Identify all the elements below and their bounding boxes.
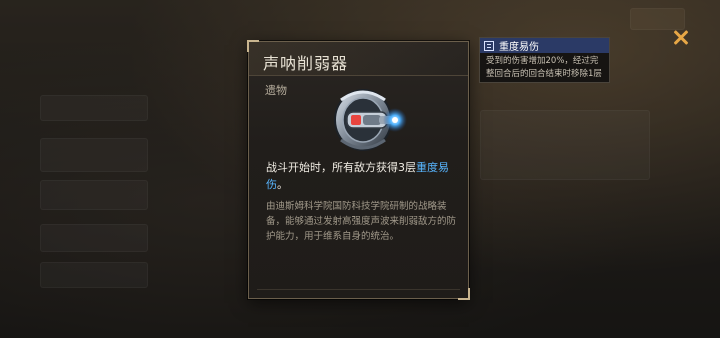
close-icon[interactable]	[670, 26, 692, 48]
tooltip-description: 受到的伤害增加20%，经过完整回合后的回合结束时移除1层	[486, 56, 602, 79]
relic-lore-text: 由迪斯姆科学院国防科技学院研制的战略装备，能够通过发射高强度声波来削弱敌方的防护…	[266, 201, 457, 242]
relic-card: 声呐削弱器 遗物 战斗开始时，所有敌方获得3层重度易伤。 由迪斯姆科学院国防科技…	[247, 40, 470, 300]
effect-prefix: 战斗开始时，所有敌方获得3层	[266, 161, 416, 174]
effect-suffix: 。	[277, 178, 288, 191]
status-document-icon	[484, 40, 494, 51]
relic-effect-text: 战斗开始时，所有敌方获得3层重度易伤。	[266, 159, 458, 193]
card-divider	[257, 289, 460, 290]
card-header: 声呐削弱器	[249, 42, 468, 76]
status-tooltip: 重度易伤 受到的伤害增加20%，经过完整回合后的回合结束时移除1层	[479, 37, 610, 83]
relic-title: 声呐削弱器	[263, 54, 349, 73]
relic-type-label: 遗物	[265, 84, 287, 97]
tooltip-header: 重度易伤	[480, 38, 609, 53]
card-corner-ornament	[247, 40, 259, 52]
sonar-device-icon	[334, 89, 407, 151]
tooltip-title: 重度易伤	[499, 42, 539, 53]
